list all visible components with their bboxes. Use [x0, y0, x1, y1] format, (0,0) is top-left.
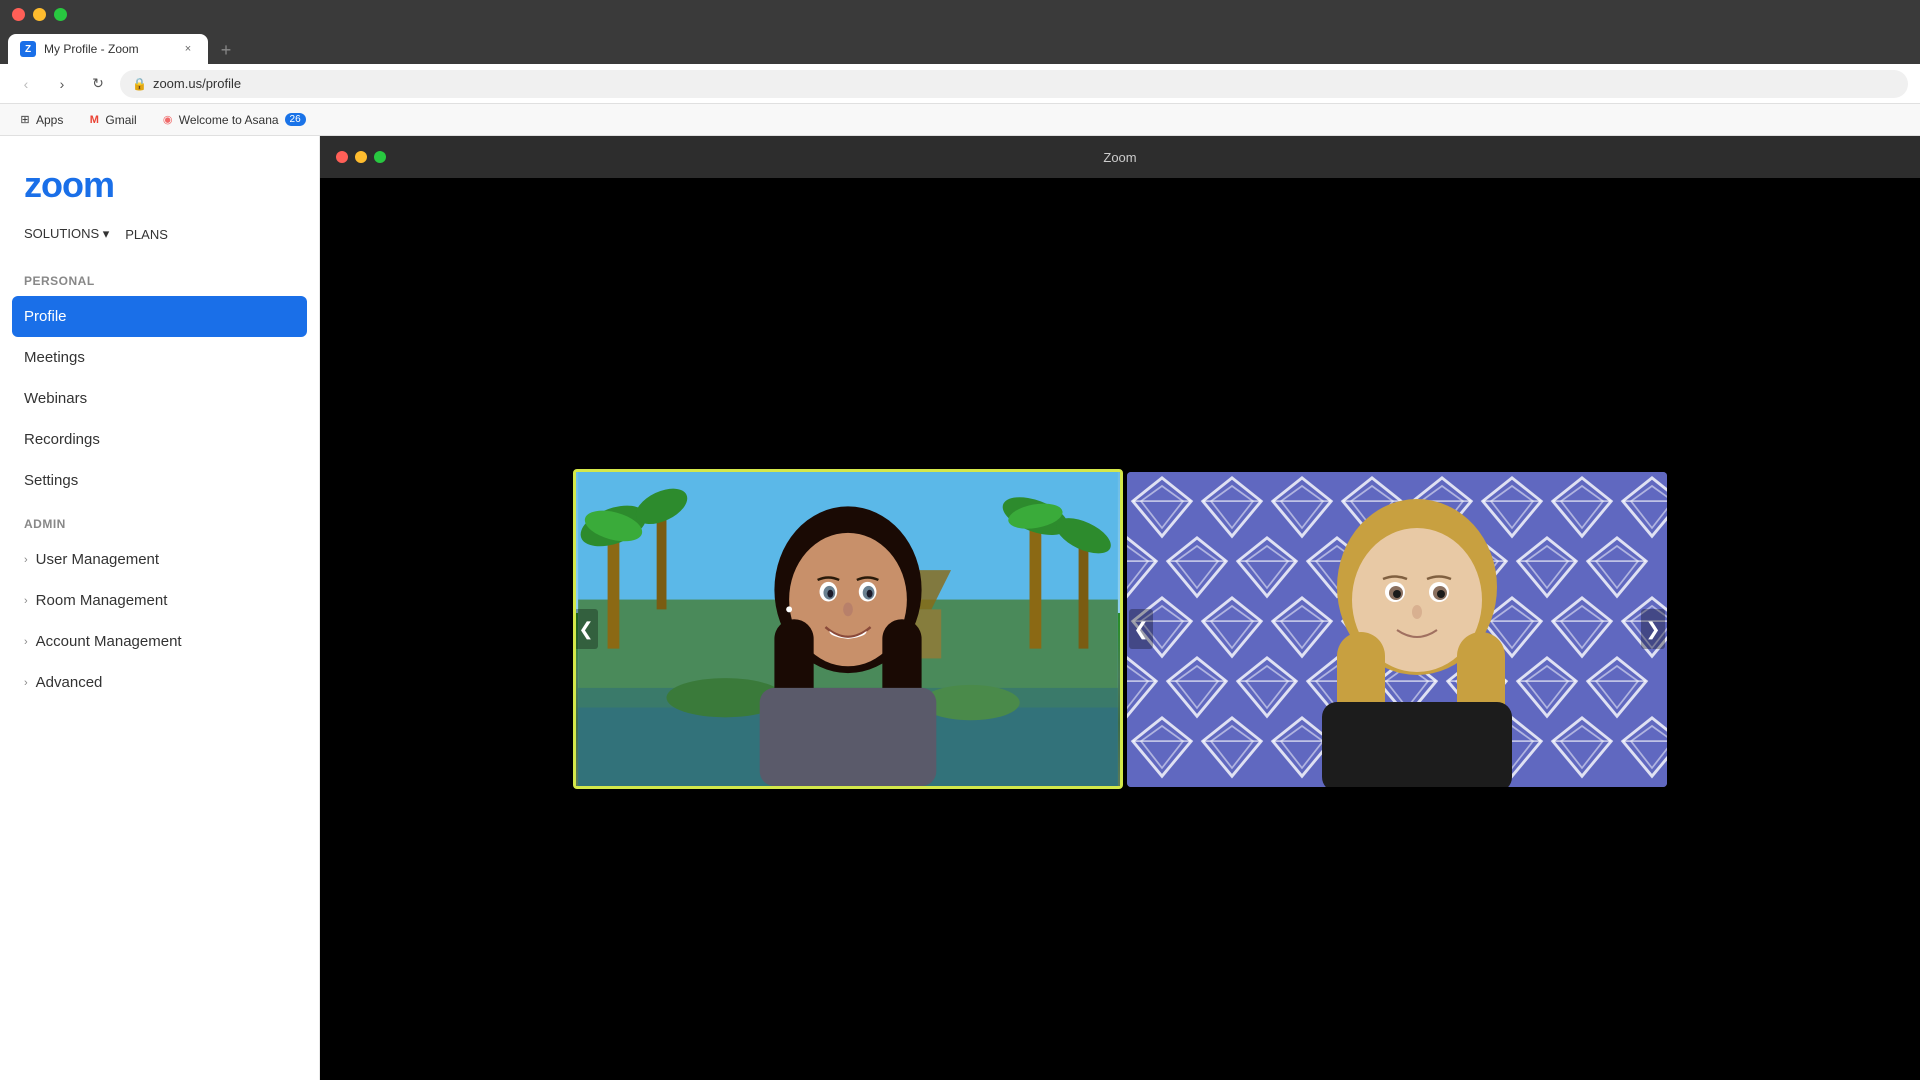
sidebar-item-webinars[interactable]: Webinars [0, 378, 319, 419]
tab-title: My Profile - Zoom [44, 42, 172, 56]
new-tab-button[interactable]: + [212, 36, 240, 64]
video-panel-person1: ❮ [573, 469, 1123, 789]
zoom-video-content: ❮ [320, 178, 1920, 1080]
admin-section-label: ADMIN [0, 501, 319, 539]
recordings-label: Recordings [24, 431, 100, 448]
window-minimize-button[interactable] [33, 8, 46, 21]
profile-label: Profile [24, 308, 67, 325]
sidebar-item-room-management[interactable]: › Room Management [0, 580, 319, 621]
settings-label: Settings [24, 472, 78, 489]
tab-close-button[interactable]: × [180, 41, 196, 57]
user-mgmt-chevron: › [24, 554, 28, 566]
browser-navbar: ‹ › ↻ 🔒 zoom.us/profile [0, 64, 1920, 104]
zoom-window-buttons [336, 151, 386, 163]
zoom-close-button[interactable] [336, 151, 348, 163]
sidebar-item-profile[interactable]: Profile [12, 296, 307, 337]
tab-favicon: Z [20, 41, 36, 57]
apps-icon: ⊞ [18, 113, 32, 127]
account-mgmt-chevron: › [24, 636, 28, 648]
bookmark-apps-label: Apps [36, 113, 63, 127]
video1-nav-left[interactable]: ❮ [574, 609, 598, 649]
back-button[interactable]: ‹ [12, 70, 40, 98]
address-text: zoom.us/profile [153, 76, 241, 91]
browser-chrome: Z My Profile - Zoom × + ‹ › ↻ 🔒 zoom.us/… [0, 0, 1920, 136]
video-panels-container: ❮ [360, 439, 1880, 819]
person2-background: ❮ ❯ [1127, 472, 1667, 787]
asana-badge: 26 [285, 113, 306, 126]
advanced-chevron: › [24, 677, 28, 689]
bookmarks-bar: ⊞ Apps M Gmail ◉ Welcome to Asana 26 [0, 104, 1920, 136]
tropical-scene-svg [576, 472, 1120, 786]
solutions-nav[interactable]: SOLUTIONS ▾ [24, 226, 109, 242]
active-tab[interactable]: Z My Profile - Zoom × [8, 34, 208, 64]
sidebar-item-settings[interactable]: Settings [0, 460, 319, 501]
room-mgmt-chevron: › [24, 595, 28, 607]
right-arrow2-icon: ❯ [1645, 619, 1660, 640]
bookmark-asana[interactable]: ◉ Welcome to Asana 26 [155, 111, 312, 129]
meetings-label: Meetings [24, 349, 85, 366]
gmail-icon: M [87, 113, 101, 127]
sidebar-item-account-management[interactable]: › Account Management [0, 621, 319, 662]
webinars-label: Webinars [24, 390, 87, 407]
bookmark-apps[interactable]: ⊞ Apps [12, 111, 69, 129]
account-management-label: Account Management [36, 633, 182, 650]
video2-nav-right[interactable]: ❯ [1641, 609, 1665, 649]
refresh-button[interactable]: ↻ [84, 70, 112, 98]
bookmark-gmail-label: Gmail [105, 113, 136, 127]
sidebar-item-meetings[interactable]: Meetings [0, 337, 319, 378]
personal-section-label: PERSONAL [0, 258, 319, 296]
browser-tabs-bar: Z My Profile - Zoom × + [0, 28, 1920, 64]
bookmark-gmail[interactable]: M Gmail [81, 111, 142, 129]
room-management-label: Room Management [36, 592, 168, 609]
left-arrow-icon: ❮ [578, 619, 593, 640]
person1-background [576, 472, 1120, 786]
window-close-button[interactable] [12, 8, 25, 21]
zoom-logo: zoom [24, 164, 295, 206]
website-top-nav: SOLUTIONS ▾ PLANS [0, 226, 319, 258]
zoom-app-window: Zoom [320, 136, 1920, 1080]
diamond-scene-svg [1127, 472, 1667, 787]
address-bar[interactable]: 🔒 zoom.us/profile [120, 70, 1908, 98]
video2-nav-left[interactable]: ❮ [1129, 609, 1153, 649]
asana-icon: ◉ [161, 113, 175, 127]
logo-area: zoom [0, 136, 319, 226]
plans-nav[interactable]: PLANS [125, 227, 168, 242]
zoom-maximize-button[interactable] [374, 151, 386, 163]
lock-icon: 🔒 [132, 77, 147, 91]
left-arrow2-icon: ❮ [1133, 619, 1148, 640]
advanced-label: Advanced [36, 674, 103, 691]
main-content-area: zoom SOLUTIONS ▾ PLANS PERSONAL Profile … [0, 136, 1920, 1080]
bookmark-asana-label: Welcome to Asana [179, 113, 279, 127]
user-management-label: User Management [36, 551, 159, 568]
video-panel-person2: ❮ ❯ [1127, 472, 1667, 787]
sidebar-item-recordings[interactable]: Recordings [0, 419, 319, 460]
sidebar-item-user-management[interactable]: › User Management [0, 539, 319, 580]
zoom-minimize-button[interactable] [355, 151, 367, 163]
sidebar-item-advanced[interactable]: › Advanced [0, 662, 319, 703]
zoom-window-title: Zoom [1103, 150, 1136, 165]
window-maximize-button[interactable] [54, 8, 67, 21]
browser-titlebar [0, 0, 1920, 28]
zoom-titlebar: Zoom [320, 136, 1920, 178]
website-sidebar: zoom SOLUTIONS ▾ PLANS PERSONAL Profile … [0, 136, 320, 1080]
forward-button[interactable]: › [48, 70, 76, 98]
